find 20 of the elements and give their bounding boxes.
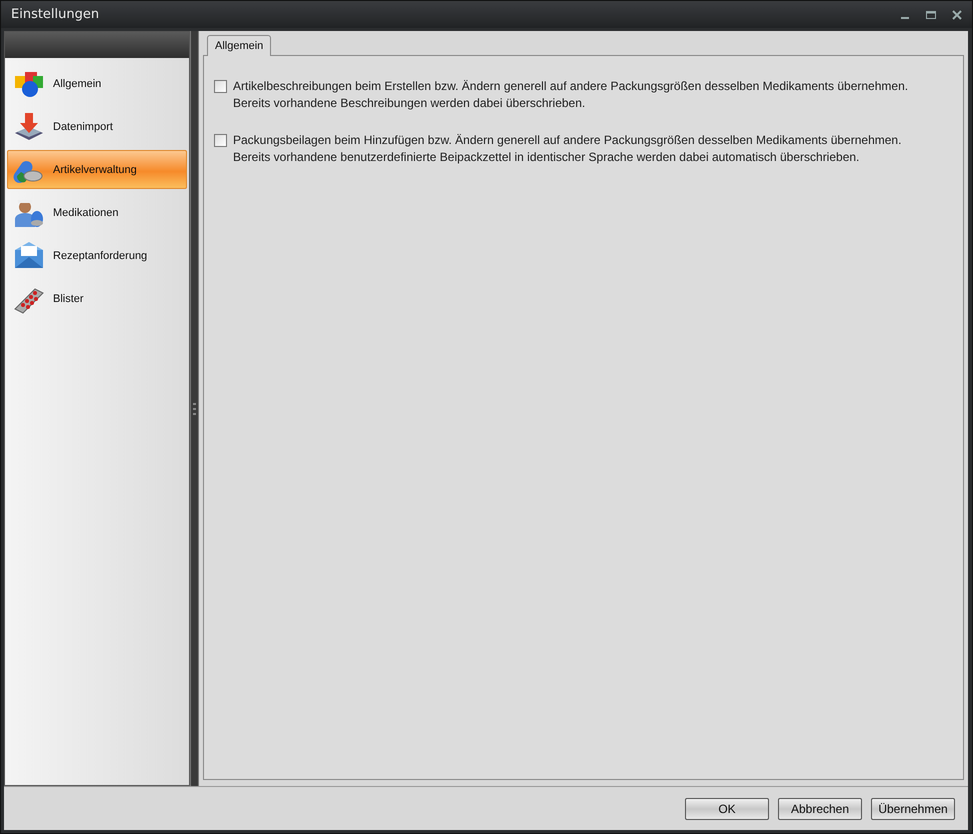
option-label: Artikelbeschreibungen beim Erstellen bzw. Ändern generell auf andere Packungsgrößen desselben Medikaments übernehmen. Bereits vorhandene Beschreibungen werden dabei überschrieben. bbox=[233, 78, 908, 112]
window-title: Einstellungen bbox=[11, 7, 100, 22]
sidebar-item[interactable]: Rezeptanforderung bbox=[7, 236, 187, 275]
sidebar-item[interactable]: Artikelverwaltung bbox=[7, 150, 187, 189]
grip-icon bbox=[193, 402, 196, 414]
download-tray-icon bbox=[13, 110, 45, 142]
maximize-icon[interactable] bbox=[926, 10, 936, 20]
dialog-button[interactable]: Abbrechen bbox=[778, 798, 862, 820]
option-label: Packungsbeilagen beim Hinzufügen bzw. Ändern generell auf andere Packungsgrößen desselben Medikaments übernehmen. Bereits vorhandene benutzerdefinierte Beipackzettel in identischer Sprache werden dabei automatisch überschrieben. bbox=[233, 132, 902, 166]
dialog-button[interactable]: OK bbox=[685, 798, 769, 820]
dialog-button[interactable]: Übernehmen bbox=[871, 798, 955, 820]
splitter[interactable] bbox=[190, 31, 199, 786]
tab[interactable]: Allgemein bbox=[207, 35, 272, 56]
sidebar-item[interactable]: Medikationen bbox=[7, 193, 187, 232]
checkbox[interactable] bbox=[214, 80, 227, 93]
sidebar-item[interactable]: Allgemein bbox=[7, 64, 187, 103]
close-icon[interactable] bbox=[952, 10, 962, 20]
sidebar-item[interactable]: Blister bbox=[7, 279, 187, 318]
checkbox[interactable] bbox=[214, 134, 227, 147]
sidebar-item[interactable]: Datenimport bbox=[7, 107, 187, 146]
